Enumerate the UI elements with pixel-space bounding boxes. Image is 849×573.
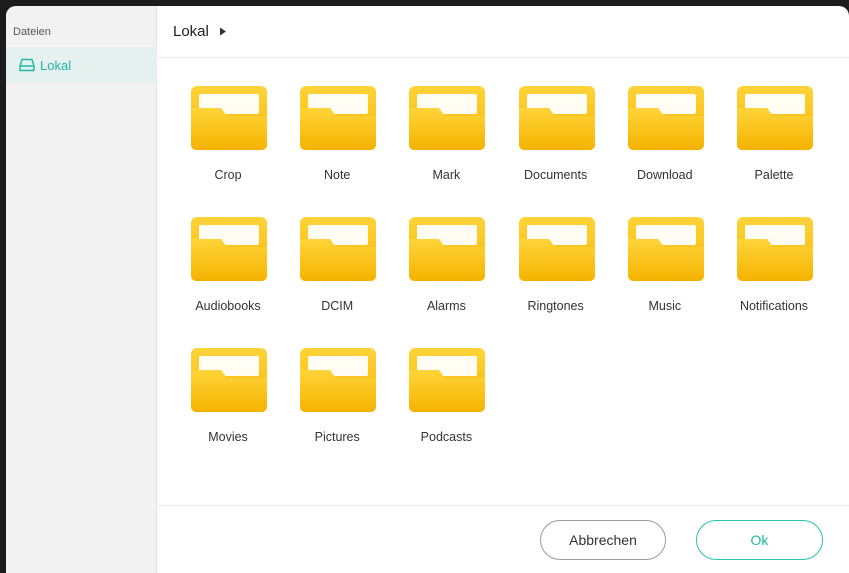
folder-item[interactable]: Palette xyxy=(729,58,819,182)
sidebar-title: Dateien xyxy=(13,26,51,38)
sidebar-item-label: Lokal xyxy=(40,57,72,73)
triangle-right-icon xyxy=(219,27,227,36)
folder-grid: Crop Note Mark Documents Download Palette Audi… xyxy=(157,58,849,505)
ok-button[interactable]: Ok xyxy=(696,520,823,560)
folder-name: Notifications xyxy=(739,299,809,313)
sidebar: Dateien Lokal xyxy=(6,6,157,573)
folder-item[interactable]: Music xyxy=(620,189,710,313)
sidebar-item-lokal[interactable]: Lokal xyxy=(6,47,157,83)
header: Lokal xyxy=(157,6,849,58)
folder-name: Podcasts xyxy=(420,430,473,444)
folder-item[interactable]: Ringtones xyxy=(511,189,601,313)
folder-item[interactable]: Note xyxy=(292,58,382,182)
footer: Abbrechen Ok xyxy=(157,505,849,573)
folder-item[interactable]: Mark xyxy=(401,58,491,182)
folder-item[interactable]: Movies xyxy=(183,320,273,444)
cancel-button[interactable]: Abbrechen xyxy=(540,520,666,560)
folder-name: Palette xyxy=(754,168,794,182)
breadcrumb[interactable]: Lokal xyxy=(173,23,209,40)
folder-item[interactable]: Download xyxy=(620,58,710,182)
folder-item[interactable]: Audiobooks xyxy=(183,189,273,313)
folder-item[interactable]: Notifications xyxy=(729,189,819,313)
folder-item[interactable]: Documents xyxy=(511,58,601,182)
folder-item[interactable]: Alarms xyxy=(401,189,491,313)
file-picker-dialog: Dateien Lokal Lokal Crop Note Mark Document… xyxy=(6,6,849,573)
folder-item[interactable]: Crop xyxy=(183,58,273,182)
folder-item[interactable]: Pictures xyxy=(292,320,382,444)
folder-item[interactable]: Podcasts xyxy=(401,320,491,444)
drive-icon xyxy=(19,58,35,72)
folder-item[interactable]: DCIM xyxy=(292,189,382,313)
